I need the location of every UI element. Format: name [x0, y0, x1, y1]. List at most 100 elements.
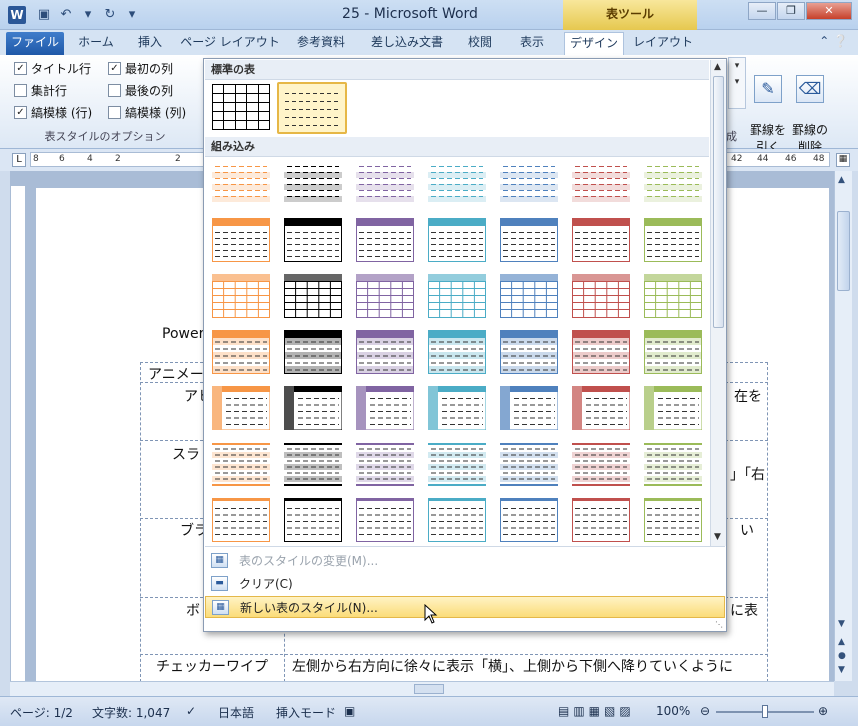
horizontal-scrollbar[interactable]	[10, 681, 834, 696]
tab-mailings[interactable]: 差し込み文書	[362, 32, 452, 55]
last-column-option[interactable]: 最後の列	[108, 82, 173, 99]
resize-grip-icon[interactable]: ⋱	[715, 620, 723, 629]
table-style-light-list-1[interactable]	[212, 218, 270, 262]
undo-dropdown-icon[interactable]: ▾	[80, 7, 96, 22]
table-style-light-grid-5[interactable]	[500, 274, 558, 318]
table-style-medium-list-1-7[interactable]	[644, 442, 702, 486]
browse-object-icon[interactable]: ●	[838, 651, 846, 661]
view-ruler-icon[interactable]: ▦	[836, 153, 850, 167]
table-style-light-grid-1[interactable]	[212, 274, 270, 318]
table-style-medium-shading-2-7[interactable]	[644, 386, 702, 430]
last-column-checkbox[interactable]	[108, 84, 121, 97]
table-style-medium-list-2-1[interactable]	[212, 498, 270, 542]
status-language[interactable]: 日本語	[218, 704, 254, 721]
view-buttons[interactable]: ▤▥▦▧▨	[558, 704, 635, 718]
table-style-medium-shading-2-1[interactable]	[212, 386, 270, 430]
table-style-medium-shading-1-6[interactable]	[572, 330, 630, 374]
table-style-medium-shading-1-7[interactable]	[644, 330, 702, 374]
horizontal-scroll-thumb[interactable]	[414, 684, 444, 694]
save-icon[interactable]: ▣	[36, 7, 52, 22]
table-style-medium-shading-1-5[interactable]	[500, 330, 558, 374]
customize-qat-icon[interactable]: ▾	[124, 7, 140, 22]
undo-icon[interactable]: ↶	[58, 7, 74, 22]
minimize-button[interactable]: —	[748, 2, 776, 20]
table-style-light-shading-7[interactable]	[644, 162, 702, 206]
tab-references[interactable]: 参考資料	[288, 32, 354, 55]
scroll-up-icon[interactable]: ▲	[838, 175, 845, 185]
table-style-medium-shading-2-2[interactable]	[284, 386, 342, 430]
status-page[interactable]: ページ: 1/2	[10, 704, 73, 721]
table-style-light-list-4[interactable]	[428, 218, 486, 262]
table-style-medium-list-2-5[interactable]	[500, 498, 558, 542]
tab-page-layout[interactable]: ページ レイアウト	[178, 32, 282, 55]
vertical-scroll-thumb[interactable]	[837, 211, 850, 291]
menu-clear-table-style[interactable]: ▬ クリア(C)	[205, 573, 725, 595]
menu-modify-table-style[interactable]: ▦ 表のスタイルの変更(M)...	[205, 550, 725, 572]
zoom-slider-thumb[interactable]	[762, 705, 768, 718]
tab-file[interactable]: ファイル	[6, 32, 64, 55]
next-page-icon[interactable]: ▼	[838, 665, 845, 675]
table-style-light-shading-1[interactable]	[212, 162, 270, 206]
table-style-light-shading-6[interactable]	[572, 162, 630, 206]
table-style-medium-shading-1-4[interactable]	[428, 330, 486, 374]
table-style-light-list-7[interactable]	[644, 218, 702, 262]
table-style-medium-list-1-3[interactable]	[356, 442, 414, 486]
table-style-medium-list-1-6[interactable]	[572, 442, 630, 486]
table-style-medium-list-2-3[interactable]	[356, 498, 414, 542]
banded-columns-option[interactable]: 縞模様 (列)	[108, 104, 186, 121]
zoom-out-icon[interactable]: ⊖	[700, 704, 710, 718]
table-style-medium-list-1-1[interactable]	[212, 442, 270, 486]
table-style-medium-shading-2-3[interactable]	[356, 386, 414, 430]
table-style-light-list-2[interactable]	[284, 218, 342, 262]
tab-home[interactable]: ホーム	[70, 32, 122, 55]
proofing-icon[interactable]: ✓	[186, 704, 196, 718]
vertical-ruler[interactable]	[10, 185, 26, 685]
tab-layout[interactable]: レイアウト	[630, 32, 696, 55]
table-style-medium-list-2-4[interactable]	[428, 498, 486, 542]
gallery-scroll-up-icon[interactable]: ▲	[714, 62, 721, 72]
zoom-in-icon[interactable]: ⊕	[818, 704, 828, 718]
table-style-medium-list-2-6[interactable]	[572, 498, 630, 542]
prev-page-icon[interactable]: ▲	[838, 637, 845, 647]
tab-design[interactable]: デザイン	[564, 32, 624, 55]
header-row-checkbox[interactable]: ✓	[14, 62, 27, 75]
table-style-medium-list-1-5[interactable]	[500, 442, 558, 486]
redo-icon[interactable]: ↻	[102, 7, 118, 22]
table-style-plain[interactable]	[283, 87, 341, 129]
restore-button[interactable]: ❐	[777, 2, 805, 20]
status-zoom[interactable]: 100%	[656, 704, 690, 718]
table-style-light-grid-2[interactable]	[284, 274, 342, 318]
macro-record-icon[interactable]: ▣	[344, 704, 355, 718]
total-row-option[interactable]: 集計行	[14, 82, 67, 99]
table-style-light-grid-4[interactable]	[428, 274, 486, 318]
table-style-medium-shading-2-6[interactable]	[572, 386, 630, 430]
total-row-checkbox[interactable]	[14, 84, 27, 97]
tab-view[interactable]: 表示	[508, 32, 556, 55]
status-insert-mode[interactable]: 挿入モード	[276, 704, 336, 721]
table-style-medium-shading-2-4[interactable]	[428, 386, 486, 430]
table-style-light-list-6[interactable]	[572, 218, 630, 262]
draw-table-button[interactable]: ✎ 罫線を 引く	[750, 61, 786, 155]
word-app-icon[interactable]: W	[8, 6, 26, 24]
first-column-option[interactable]: ✓ 最初の列	[108, 60, 173, 77]
table-style-medium-shading-1-1[interactable]	[212, 330, 270, 374]
shading-dropdown-partial[interactable]: ▾ ▾	[728, 57, 746, 109]
gallery-scrollbar[interactable]: ▲ ▼	[710, 60, 726, 546]
status-word-count[interactable]: 文字数: 1,047	[92, 704, 170, 721]
table-style-light-shading-2[interactable]	[284, 162, 342, 206]
help-icon[interactable]: ⌃ ❔	[819, 34, 848, 48]
table-style-light-shading-4[interactable]	[428, 162, 486, 206]
tab-insert[interactable]: 挿入	[128, 32, 172, 55]
table-style-light-grid-6[interactable]	[572, 274, 630, 318]
table-style-light-shading-3[interactable]	[356, 162, 414, 206]
table-style-light-grid-3[interactable]	[356, 274, 414, 318]
banded-rows-option[interactable]: ✓ 縞模様 (行)	[14, 104, 92, 121]
tab-selector-icon[interactable]: L	[12, 153, 26, 167]
menu-new-table-style[interactable]: ▦ 新しい表のスタイル(N)...	[205, 596, 725, 618]
table-style-light-shading-5[interactable]	[500, 162, 558, 206]
table-style-grid[interactable]	[212, 84, 270, 130]
tab-review[interactable]: 校閲	[458, 32, 502, 55]
banded-columns-checkbox[interactable]	[108, 106, 121, 119]
table-style-medium-list-1-2[interactable]	[284, 442, 342, 486]
vertical-scrollbar[interactable]: ▲ ▼ ▲ ● ▼	[834, 171, 852, 681]
